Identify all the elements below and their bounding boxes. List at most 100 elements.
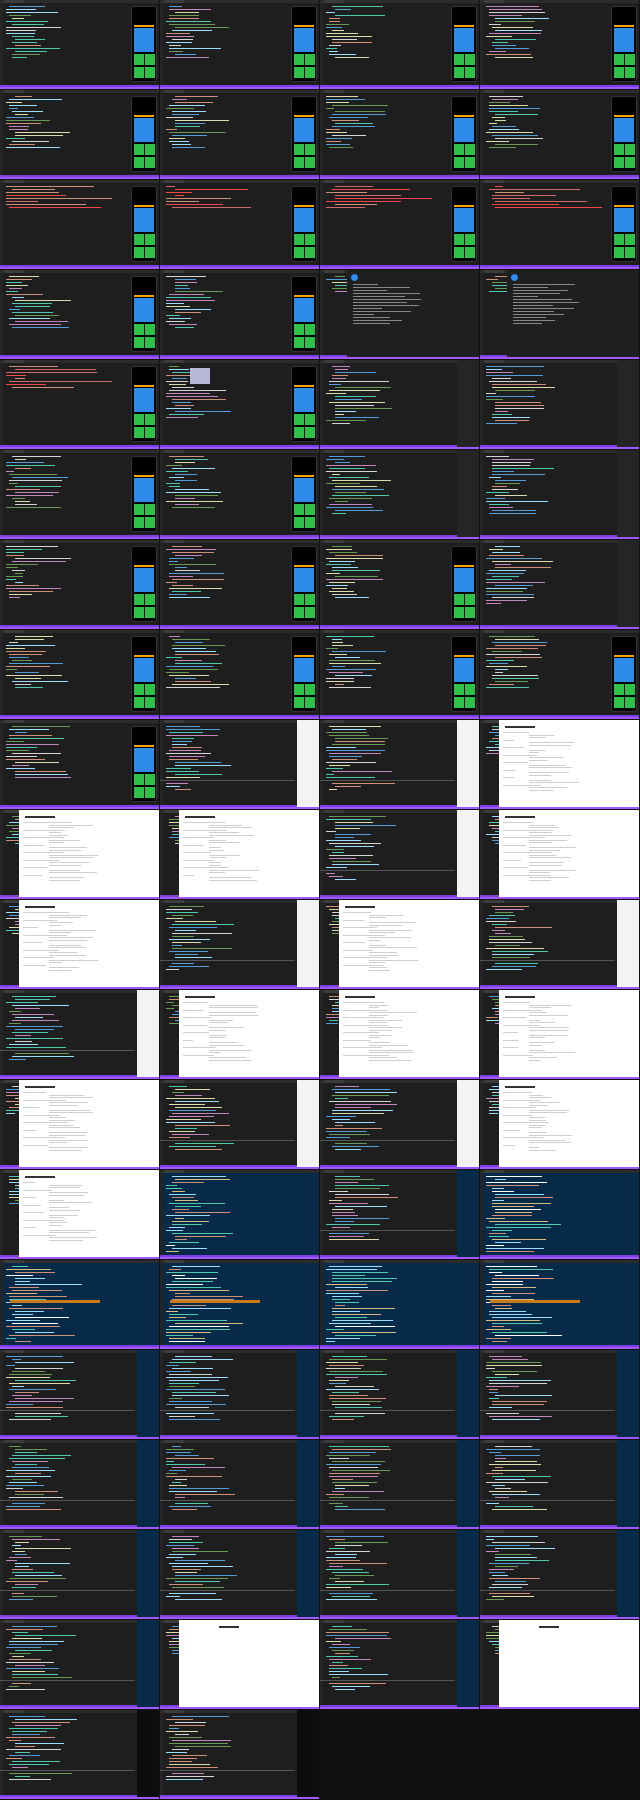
code-line	[169, 1116, 215, 1117]
code-line	[15, 1719, 78, 1720]
code-line	[335, 741, 386, 742]
list-line	[23, 1197, 36, 1198]
browser-page	[179, 990, 319, 1077]
code-line	[172, 1368, 214, 1369]
code-area	[486, 906, 635, 983]
code-line	[332, 588, 347, 589]
doc-line	[353, 287, 410, 288]
code-line	[169, 588, 223, 589]
code-line	[169, 45, 182, 46]
code-line	[326, 1329, 345, 1330]
phone-button-green	[465, 684, 475, 695]
code-line	[495, 909, 524, 910]
list-line	[209, 1057, 247, 1058]
phone-header-bar	[614, 655, 634, 657]
status-bar	[160, 1165, 319, 1167]
code-line	[335, 1581, 365, 1582]
status-bar	[160, 805, 319, 807]
code-line	[489, 555, 524, 556]
code-line	[175, 1746, 231, 1747]
editor-tab	[324, 1530, 344, 1533]
code-line	[492, 27, 533, 28]
phone-button-green	[145, 427, 155, 438]
code-line	[332, 114, 386, 115]
phone-header-bar	[454, 655, 474, 657]
code-line	[175, 291, 224, 292]
code-line	[335, 1125, 344, 1126]
list-line	[49, 834, 68, 836]
code-area	[326, 726, 475, 803]
code-line	[495, 1461, 538, 1462]
code-line	[6, 204, 87, 205]
status-bar	[320, 175, 479, 177]
phone-button-green	[454, 67, 464, 78]
code-line	[486, 603, 502, 604]
code-line	[492, 1419, 541, 1420]
code-line	[335, 1509, 385, 1510]
code-line	[15, 1017, 43, 1018]
phone-content-blue	[294, 208, 314, 232]
code-line	[326, 129, 341, 130]
editor-tab	[4, 630, 24, 633]
code-line	[15, 45, 41, 46]
list-line	[49, 1237, 97, 1238]
page-heading	[505, 816, 535, 818]
code-line	[492, 42, 509, 43]
code-line	[9, 144, 35, 145]
code-line	[169, 138, 185, 139]
code-line	[15, 1272, 56, 1273]
list-line	[49, 944, 82, 946]
list-line	[369, 1029, 392, 1031]
editor-tab	[164, 900, 184, 903]
phone-content-blue	[614, 658, 634, 682]
code-line	[12, 753, 62, 754]
code-line	[172, 948, 233, 949]
code-line	[489, 108, 541, 109]
list-line	[503, 1099, 542, 1101]
phone-button-green	[294, 234, 304, 245]
list-line	[209, 872, 226, 873]
phone-button-green	[134, 144, 144, 155]
list-line	[529, 1127, 543, 1128]
code-line	[332, 1314, 382, 1315]
code-line	[326, 1116, 356, 1117]
code-line	[169, 1290, 229, 1291]
output-divider	[480, 1590, 615, 1591]
code-line	[335, 576, 379, 577]
status-bar	[320, 1615, 479, 1617]
code-line	[9, 126, 29, 127]
code-line	[172, 1281, 214, 1282]
screenshot-tile	[320, 1350, 479, 1439]
code-line	[492, 1317, 553, 1318]
code-line	[6, 384, 46, 385]
code-line	[15, 678, 42, 679]
code-line	[492, 1404, 545, 1405]
code-line	[335, 399, 363, 400]
code-line	[172, 747, 202, 748]
phone-button-green	[145, 324, 155, 335]
status-bar	[320, 445, 479, 447]
screenshot-tile	[0, 270, 159, 359]
phone-simulator	[611, 6, 637, 82]
code-line	[332, 105, 389, 106]
code-line	[332, 1572, 370, 1573]
status-bar	[480, 445, 639, 447]
activity-bar	[320, 453, 323, 537]
code-line	[326, 1464, 381, 1465]
activity-bar	[320, 633, 323, 717]
phone-header-bar	[134, 475, 154, 477]
code-line	[329, 477, 369, 478]
code-line	[166, 1449, 194, 1450]
code-line	[489, 636, 536, 637]
status-bar	[160, 985, 319, 987]
code-line	[12, 1467, 50, 1468]
list-line	[49, 1222, 68, 1223]
code-line	[486, 1296, 511, 1297]
code-line	[495, 483, 520, 484]
code-line	[492, 198, 530, 199]
code-line	[169, 669, 219, 670]
code-area	[166, 1266, 315, 1343]
code-line	[175, 1296, 243, 1297]
code-line	[335, 1149, 362, 1150]
code-line	[175, 642, 204, 643]
